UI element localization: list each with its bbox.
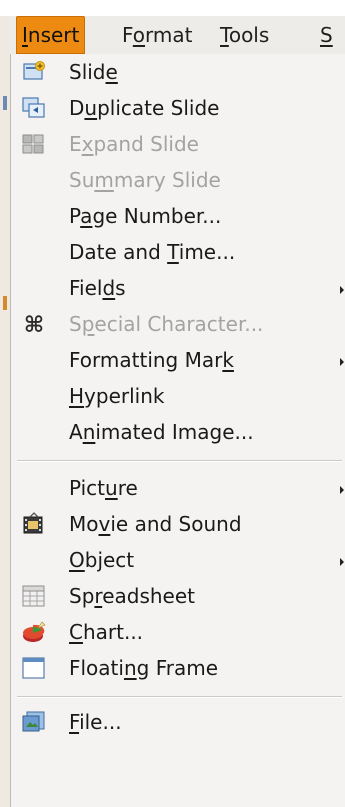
background-document-strip: [0, 16, 10, 807]
menu-item-label: Fiel: [69, 276, 103, 300]
menu-separator: [17, 460, 342, 462]
menu-item-mnemonic: F: [69, 710, 80, 734]
menu-item-label: ie and Sound: [110, 512, 242, 536]
menu-item-mnemonic: v: [98, 512, 111, 536]
menu-item-mnemonic: x: [81, 132, 94, 156]
duplicate-slide-icon: [22, 97, 45, 118]
menu-item-duplicate-slide[interactable]: Duplicate Slide: [11, 90, 345, 126]
menu-item-chart[interactable]: Chart...: [11, 614, 345, 650]
menu-item-slide[interactable]: Slide: [11, 54, 345, 90]
menu-item-mnemonic: u: [105, 476, 118, 500]
submenu-arrow-icon: [340, 558, 344, 566]
menubar-label-post: nsert: [27, 23, 80, 47]
menu-item-label: Su: [69, 168, 95, 192]
insert-menu-dropdown: Slide Duplicate Slide Expand Slide Summa…: [10, 54, 345, 807]
menu-item-mnemonic: C: [69, 620, 83, 644]
menu-item-label: re: [117, 476, 138, 500]
menu-item-label: Formatting Mar: [69, 348, 223, 372]
menu-item-mnemonic: n: [123, 656, 137, 680]
menu-item-label: Date and: [69, 240, 168, 264]
menu-item-label: D: [69, 96, 85, 120]
menubar-label-pre: F: [122, 23, 133, 47]
expand-slide-icon: [22, 134, 44, 154]
menu-item-label: g Frame: [136, 656, 219, 680]
menu-item-animated-image[interactable]: Animated Image...: [11, 414, 345, 450]
menubar-item-format[interactable]: Format: [116, 16, 199, 54]
menu-item-label: Floati: [69, 656, 124, 680]
floating-frame-icon: [22, 657, 45, 679]
menu-item-mnemonic: k: [222, 348, 234, 372]
menubar-label-mnemonic: o: [132, 23, 146, 47]
menubar: Insert Format Tools S: [10, 16, 345, 55]
file-icon: [22, 711, 45, 732]
menubar-label-mnemonic: S: [320, 23, 333, 47]
menu-item-label: mary Slide: [113, 168, 221, 192]
menu-item-label: plicate Slide: [97, 96, 220, 120]
menu-item-page-number[interactable]: Page Number...: [11, 198, 345, 234]
menu-item-mnemonic: O: [69, 548, 85, 572]
menubar-item-tools[interactable]: Tools: [214, 16, 275, 54]
menu-item-label: yperlink: [84, 384, 165, 408]
slide-icon: [23, 61, 45, 80]
menubar-label-post: ools: [228, 23, 270, 47]
menubar-label-mnemonic: T: [220, 23, 229, 47]
menubar-label-post: rmat: [145, 23, 193, 47]
menu-item-spreadsheet[interactable]: Spreadsheet: [11, 578, 345, 614]
menu-item-label: ecial Character...: [94, 312, 264, 336]
menu-item-label: eadsheet: [102, 584, 195, 608]
submenu-arrow-icon: [340, 286, 344, 294]
menu-item-special-character: ⌘ Special Character...: [11, 306, 345, 342]
spreadsheet-icon: [22, 585, 45, 607]
menu-item-formatting-mark[interactable]: Formatting Mark: [11, 342, 345, 378]
menu-item-hyperlink[interactable]: Hyperlink: [11, 378, 345, 414]
menu-item-label: P: [69, 204, 81, 228]
menu-item-mnemonic: T: [167, 240, 179, 264]
submenu-arrow-icon: [340, 358, 344, 366]
special-character-icon: ⌘: [24, 313, 44, 337]
movie-icon: [23, 512, 43, 534]
menubar-item-insert[interactable]: Insert: [16, 16, 86, 54]
menu-item-label: pand Slide: [93, 132, 199, 156]
menu-item-mnemonic: a: [80, 204, 93, 228]
menu-item-expand-slide: Expand Slide: [11, 126, 345, 162]
menu-item-summary-slide: Summary Slide: [11, 162, 345, 198]
menu-item-label: Slid: [69, 60, 106, 84]
menu-item-label: A: [69, 420, 83, 444]
menu-item-label: ge Number...: [92, 204, 222, 228]
menu-item-label: hart...: [82, 620, 144, 644]
menu-item-mnemonic: m: [94, 168, 114, 192]
menu-item-object[interactable]: Object: [11, 542, 345, 578]
submenu-arrow-icon: [340, 486, 344, 494]
window-frame: Insert Format Tools S Slide Duplicate Sl…: [0, 0, 345, 807]
menu-item-floating-frame[interactable]: Floating Frame: [11, 650, 345, 686]
menu-item-mnemonic: u: [84, 96, 98, 120]
menu-item-label: ime...: [178, 240, 236, 264]
menubar-item-slide-show[interactable]: S: [314, 16, 339, 54]
menu-item-mnemonic: p: [81, 312, 95, 336]
menu-item-mnemonic: n: [82, 420, 96, 444]
menu-item-fields[interactable]: Fields: [11, 270, 345, 306]
svg-text:⌘: ⌘: [24, 313, 44, 337]
menu-item-date-and-time[interactable]: Date and Time...: [11, 234, 345, 270]
menu-item-label: bject: [84, 548, 135, 572]
menu-item-label: s: [115, 276, 126, 300]
menu-item-picture[interactable]: Picture: [11, 470, 345, 506]
menu-item-mnemonic: e: [105, 60, 118, 84]
menu-item-movie-and-sound[interactable]: Movie and Sound: [11, 506, 345, 542]
menu-item-mnemonic: H: [69, 384, 85, 408]
menu-item-label: E: [69, 132, 82, 156]
menu-item-label: Mo: [69, 512, 99, 536]
menu-item-mnemonic: d: [102, 276, 116, 300]
menu-item-label: Pict: [69, 476, 106, 500]
menu-separator: [17, 696, 342, 698]
menu-item-label: Sp: [69, 584, 95, 608]
menu-item-label: S: [69, 312, 82, 336]
chart-icon: [23, 621, 46, 642]
menu-item-label: imated Image...: [95, 420, 254, 444]
menu-item-label: ile...: [79, 710, 122, 734]
menu-item-file[interactable]: File...: [11, 704, 345, 740]
